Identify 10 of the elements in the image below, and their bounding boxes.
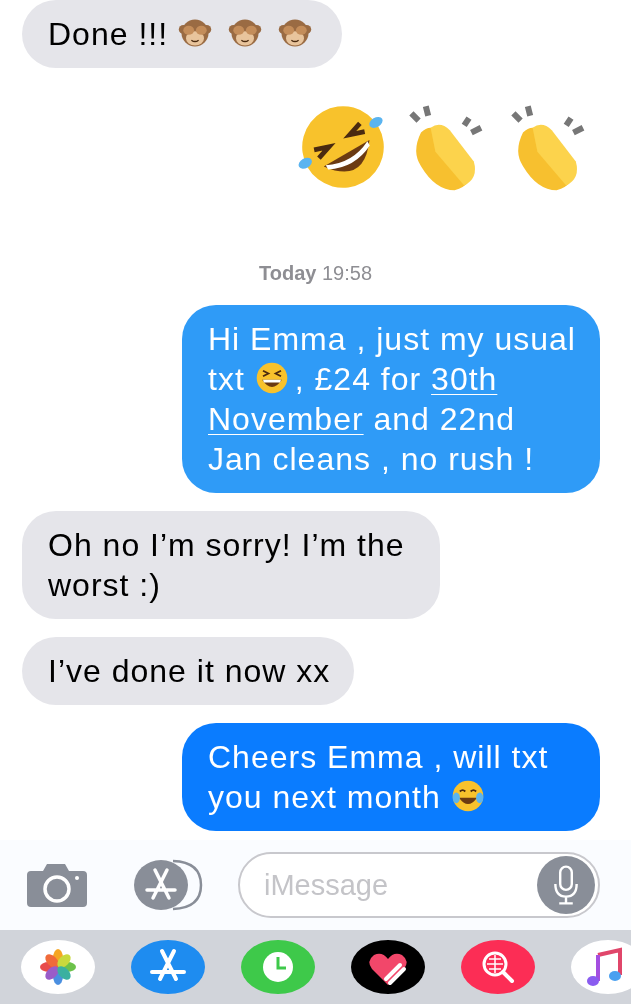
- message-text: Hi Emma , just my usual txt , £24 for 30th November and 22nd Jan cleans , no rush !: [208, 320, 576, 479]
- message-text: Cheers Emma , will txt you next month: [208, 738, 550, 817]
- message-text: Done !!!: [48, 14, 319, 54]
- date-link[interactable]: 30th: [431, 359, 498, 399]
- message-input[interactable]: iMessage: [262, 867, 537, 903]
- input-field[interactable]: iMessage: [238, 852, 600, 918]
- message-text: I’ve done it now xx: [48, 652, 331, 691]
- date-link[interactable]: November: [208, 399, 364, 439]
- message-text: Oh no I’m sorry! I’m the worst :): [48, 526, 406, 605]
- timestamp: Today 19:58: [259, 262, 372, 285]
